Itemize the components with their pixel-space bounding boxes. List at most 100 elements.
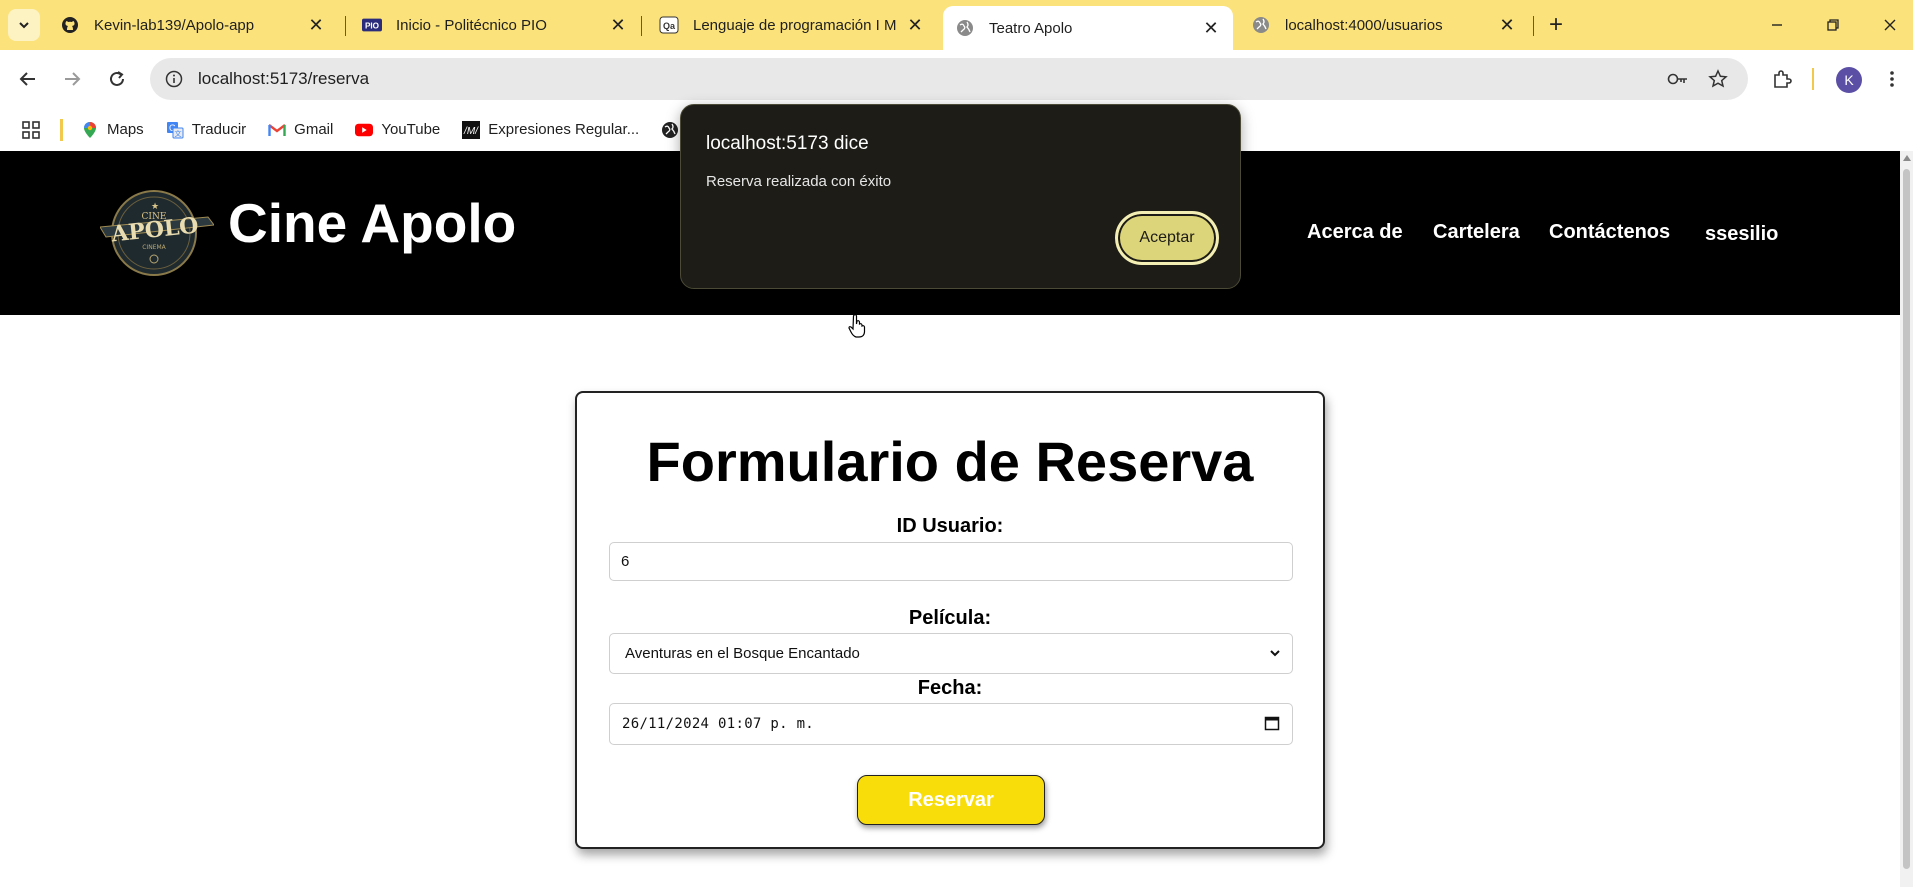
- close-icon[interactable]: ✕: [1497, 15, 1517, 35]
- bookmark-youtube[interactable]: YouTube: [355, 121, 440, 139]
- chevron-down-icon: [1270, 650, 1280, 657]
- user-id-value: 6: [621, 553, 630, 570]
- reservation-form: Formulario de Reserva ID Usuario: 6 Pelí…: [575, 391, 1325, 849]
- bookmark-star-icon[interactable]: [1706, 67, 1730, 91]
- svg-text:Qa: Qa: [663, 21, 676, 31]
- maps-icon: [81, 121, 99, 139]
- globe-icon: [955, 18, 975, 38]
- address-bar[interactable]: localhost:5173/reserva: [150, 58, 1748, 100]
- bookmark-label: Traducir: [191, 121, 247, 138]
- minimize-icon: [1772, 24, 1782, 26]
- nav-cartelera[interactable]: Cartelera: [1433, 221, 1520, 244]
- url-text[interactable]: localhost:5173/reserva: [198, 69, 369, 89]
- movie-select[interactable]: Aventuras en el Bosque Encantado: [609, 633, 1293, 674]
- dialog-message: Reserva realizada con éxito: [706, 173, 892, 190]
- bookmark-label: Gmail: [294, 121, 334, 138]
- tab-teatro-apolo[interactable]: Teatro Apolo ✕: [943, 6, 1233, 50]
- gmail-icon: [268, 121, 286, 139]
- github-icon: [60, 15, 80, 35]
- new-tab-button[interactable]: +: [1542, 11, 1570, 39]
- svg-text:CINEMA: CINEMA: [142, 244, 166, 251]
- date-input[interactable]: 26/11/2024 01:07 p. m.: [609, 703, 1293, 745]
- user-id-input[interactable]: 6: [609, 542, 1293, 581]
- user-id-label: ID Usuario:: [896, 515, 1004, 537]
- arrow-left-icon: [19, 72, 35, 86]
- tab-separator: [641, 16, 642, 36]
- close-icon[interactable]: ✕: [905, 15, 925, 35]
- reload-button[interactable]: [101, 63, 133, 95]
- movie-selected-value: Aventuras en el Bosque Encantado: [625, 645, 860, 662]
- apps-grid-icon: [22, 120, 40, 139]
- svg-text:文: 文: [174, 129, 181, 138]
- bookmark-label: Maps: [107, 121, 144, 138]
- tab-pio[interactable]: PIO Inicio - Politécnico PIO ✕: [350, 8, 640, 42]
- alert-dialog: localhost:5173 dice Reserva realizada co…: [680, 104, 1241, 289]
- close-icon[interactable]: ✕: [1201, 18, 1221, 38]
- translate-icon: G文: [166, 121, 184, 139]
- restore-button[interactable]: [1816, 8, 1850, 42]
- nav-contactenos[interactable]: Contáctenos: [1549, 221, 1670, 244]
- password-key-icon[interactable]: [1666, 67, 1690, 91]
- svg-text:/M/: /M/: [463, 126, 479, 137]
- reservar-button[interactable]: Reservar: [857, 775, 1045, 825]
- browser-toolbar: localhost:5173/reserva K: [0, 50, 1913, 108]
- nav-user[interactable]: ssesilio: [1705, 223, 1778, 246]
- bookmark-label: Expresiones Regular...: [488, 121, 640, 138]
- reload-icon: [110, 71, 124, 86]
- tab-title: Teatro Apolo: [989, 19, 1073, 37]
- back-button[interactable]: [12, 63, 44, 95]
- tab-title: Inicio - Politécnico PIO: [396, 16, 547, 34]
- bookmarks-separator: [60, 118, 63, 141]
- page-scrollbar[interactable]: [1900, 151, 1913, 887]
- tab-title: Kevin-lab139/Apolo-app: [94, 16, 255, 34]
- chevron-down-icon: [19, 22, 29, 29]
- profile-avatar[interactable]: K: [1836, 67, 1862, 93]
- more-menu-icon[interactable]: [1880, 67, 1904, 91]
- bookmark-maps[interactable]: Maps: [81, 121, 144, 139]
- site-info-icon[interactable]: [162, 67, 186, 91]
- tab-separator: [345, 16, 346, 36]
- scrollbar-thumb[interactable]: [1903, 169, 1910, 869]
- restore-icon: [1827, 19, 1839, 31]
- tab-title: Lenguaje de programación I M-: [693, 16, 897, 34]
- movie-label: Película:: [908, 607, 992, 629]
- bookmark-gmail[interactable]: Gmail: [268, 121, 333, 139]
- close-icon[interactable]: ✕: [608, 15, 628, 35]
- scroll-up-icon[interactable]: [1903, 155, 1911, 161]
- close-icon: [1884, 19, 1896, 31]
- globe-icon: [661, 121, 679, 139]
- bookmark-regex[interactable]: /M/ Expresiones Regular...: [462, 120, 640, 139]
- arrow-right-icon: [65, 72, 81, 86]
- date-value: 26/11/2024 01:07 p. m.: [622, 716, 815, 732]
- form-title: Formulario de Reserva: [646, 430, 1254, 493]
- tab-usuarios[interactable]: localhost:4000/usuarios ✕: [1239, 8, 1529, 42]
- tab-github[interactable]: Kevin-lab139/Apolo-app ✕: [48, 8, 338, 42]
- brand-title[interactable]: Cine Apolo: [228, 191, 516, 255]
- qa-icon: Qa: [659, 15, 679, 35]
- bookmark-traducir[interactable]: G文 Traducir: [166, 121, 246, 139]
- calendar-icon[interactable]: [1264, 715, 1280, 731]
- apps-button[interactable]: [22, 120, 40, 139]
- tab-lenguaje[interactable]: Qa Lenguaje de programación I M- ✕: [647, 8, 937, 42]
- cine-apolo-logo[interactable]: ★ CINE APOLO CINEMA: [100, 187, 214, 279]
- date-label: Fecha:: [917, 677, 983, 699]
- regex-icon: /M/: [462, 120, 481, 139]
- window-close-button[interactable]: [1873, 8, 1907, 42]
- tab-separator: [1533, 16, 1534, 36]
- pio-icon: PIO: [362, 15, 382, 35]
- aceptar-button[interactable]: Aceptar: [1115, 211, 1219, 265]
- globe-icon: [1251, 15, 1271, 35]
- tab-search-button[interactable]: [8, 9, 40, 41]
- nav-acerca-de[interactable]: Acerca de: [1307, 221, 1403, 244]
- dialog-title: localhost:5173 dice: [706, 133, 869, 154]
- bookmark-label: YouTube: [381, 121, 441, 138]
- svg-text:★: ★: [151, 202, 159, 212]
- minimize-button[interactable]: [1760, 8, 1794, 42]
- svg-text:PIO: PIO: [365, 22, 380, 31]
- toolbar-separator: [1812, 68, 1814, 90]
- forward-button[interactable]: [56, 63, 88, 95]
- extensions-icon[interactable]: [1770, 67, 1794, 91]
- youtube-icon: [355, 121, 374, 139]
- close-icon[interactable]: ✕: [306, 15, 326, 35]
- tab-strip: Kevin-lab139/Apolo-app ✕ PIO Inicio - Po…: [0, 0, 1913, 50]
